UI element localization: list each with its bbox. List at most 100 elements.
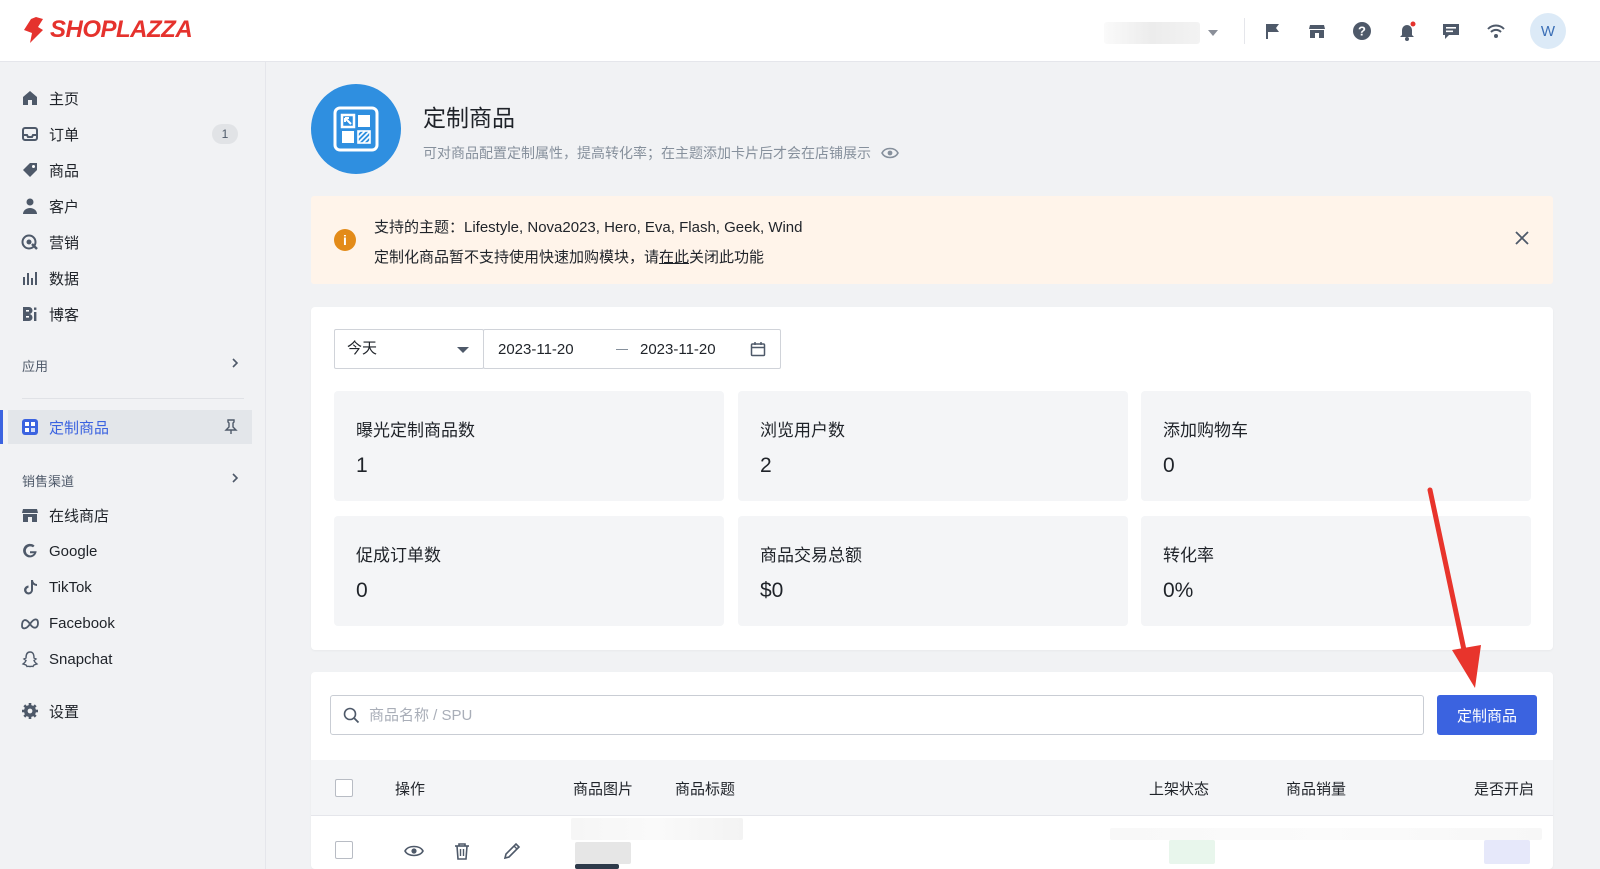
sidebar-item-label: 数据 — [49, 270, 80, 288]
sidebar-item-online-store[interactable]: 在线商店 — [8, 498, 252, 532]
eye-icon[interactable] — [881, 146, 899, 160]
sales-channels-section-label: 销售渠道 — [22, 474, 75, 489]
edit-icon[interactable] — [502, 841, 522, 861]
date-range-preset-select[interactable]: 今天 — [334, 329, 484, 369]
marketing-icon — [20, 232, 40, 252]
sidebar-item-customers[interactable]: 客户 — [8, 189, 252, 223]
sidebar-item-snapchat[interactable]: Snapchat — [8, 642, 252, 676]
inbox-icon — [20, 124, 40, 144]
sidebar-item-label: 主页 — [49, 90, 80, 108]
custom-product-hero-icon — [311, 84, 401, 174]
message-icon[interactable] — [1440, 20, 1462, 42]
chevron-right-icon[interactable] — [230, 358, 240, 368]
enable-toggle-redacted[interactable] — [1484, 840, 1530, 864]
stat-label: 转化率 — [1163, 546, 1214, 565]
date-separator — [616, 349, 628, 350]
column-header-sales[interactable]: 商品销量 — [1286, 778, 1346, 799]
page-title: 定制商品 — [423, 105, 515, 131]
bell-icon[interactable] — [1396, 20, 1418, 42]
sidebar-item-products[interactable]: 商品 — [8, 153, 252, 187]
column-header-title: 商品标题 — [675, 781, 736, 798]
column-header-status: 上架状态 — [1149, 781, 1210, 798]
stat-label: 商品交易总额 — [760, 546, 862, 565]
alert-quick-add-notice: 定制化商品暂不支持使用快速加购模块，请在此关闭此功能 — [374, 246, 764, 267]
stat-label: 促成订单数 — [356, 546, 441, 565]
pin-icon[interactable] — [224, 419, 238, 435]
row-content-redacted — [1110, 828, 1542, 840]
page-subtitle-text: 可对商品配置定制属性，提高转化率；在主题添加卡片后才会在店铺展示 — [423, 145, 871, 161]
brand-name: SHOPLAZZA — [50, 16, 193, 43]
avatar[interactable]: W — [1530, 13, 1566, 49]
sidebar-item-label: Google — [49, 542, 98, 560]
alert-here-link[interactable]: 在此 — [659, 249, 689, 266]
blog-icon — [20, 304, 40, 324]
end-date[interactable]: 2023-11-20 — [640, 341, 716, 358]
stat-label: 浏览用户数 — [760, 421, 845, 440]
apps-section-label: 应用 — [22, 359, 49, 374]
sidebar-item-tiktok[interactable]: TikTok — [8, 570, 252, 604]
orders-count-badge: 1 — [212, 124, 238, 144]
wifi-icon[interactable] — [1485, 20, 1507, 42]
stat-value: 1 — [356, 454, 368, 477]
search-input[interactable] — [369, 696, 1409, 734]
sidebar-item-label: 定制商品 — [49, 419, 110, 437]
sidebar-item-analytics[interactable]: 数据 — [8, 261, 252, 295]
product-search — [330, 695, 1424, 735]
store-icon — [20, 505, 40, 525]
meta-icon — [20, 613, 40, 633]
info-icon: i — [334, 229, 356, 251]
stat-tile-exposed-products: 曝光定制商品数 1 — [334, 391, 724, 501]
stat-tile-add-to-cart: 添加购物车 0 — [1141, 391, 1531, 501]
top-bar: SHOPLAZZA ? W — [0, 0, 1600, 62]
chevron-down-icon — [457, 347, 469, 353]
stat-value: 0 — [1163, 454, 1175, 477]
trash-icon[interactable] — [452, 841, 472, 861]
snapchat-icon — [20, 649, 40, 669]
sidebar-item-label: 订单 — [49, 126, 80, 144]
select-all-checkbox[interactable] — [335, 779, 353, 797]
sidebar-divider — [22, 398, 244, 399]
shoplazza-logo[interactable]: SHOPLAZZA — [22, 16, 193, 44]
calendar-icon[interactable] — [750, 341, 766, 357]
alert-notice-text: 定制化商品暂不支持使用快速加购模块，请 — [374, 249, 660, 266]
sidebar-item-label: 博客 — [49, 306, 80, 324]
sidebar-item-label: Facebook — [49, 614, 115, 632]
sidebar-item-custom-products[interactable]: 定制商品 — [0, 410, 252, 444]
search-icon — [343, 707, 360, 724]
stat-value: 0% — [1163, 579, 1194, 602]
stat-tile-orders: 促成订单数 0 — [334, 516, 724, 626]
start-date[interactable]: 2023-11-20 — [498, 341, 574, 358]
sidebar-item-settings[interactable]: 设置 — [8, 694, 252, 728]
sidebar: 主页 订单 1 商品 客户 营销 数据 博客 应用 定制商品 销售渠道 在线商店 — [0, 62, 266, 869]
svg-text:?: ? — [1358, 24, 1366, 39]
product-image-thumbnail[interactable] — [575, 842, 631, 864]
help-icon[interactable]: ? — [1351, 20, 1373, 42]
sidebar-item-facebook[interactable]: Facebook — [8, 606, 252, 640]
sidebar-item-label: 客户 — [49, 198, 80, 216]
sidebar-item-label: 营销 — [49, 234, 80, 252]
close-icon[interactable] — [1513, 229, 1531, 247]
sidebar-item-home[interactable]: 主页 — [8, 81, 252, 115]
sidebar-item-marketing[interactable]: 营销 — [8, 225, 252, 259]
stat-label: 添加购物车 — [1163, 421, 1248, 440]
date-range-picker[interactable]: 2023-11-20 2023-11-20 — [483, 329, 781, 369]
sidebar-item-blog[interactable]: 博客 — [8, 297, 252, 331]
sidebar-item-label: TikTok — [49, 578, 92, 596]
chevron-right-icon[interactable] — [230, 473, 240, 483]
row-checkbox[interactable] — [335, 841, 353, 859]
product-image-redacted — [571, 818, 743, 840]
eye-icon[interactable] — [404, 841, 424, 861]
sidebar-item-label: Snapchat — [49, 650, 113, 668]
sidebar-item-google[interactable]: Google — [8, 534, 252, 568]
bar-chart-icon — [20, 268, 40, 288]
flag-icon[interactable] — [1262, 20, 1284, 42]
listing-status-redacted — [1169, 840, 1215, 864]
store-selector[interactable] — [1094, 20, 1226, 46]
store-icon[interactable] — [1306, 20, 1328, 42]
add-custom-product-button[interactable]: 定制商品 — [1437, 695, 1537, 735]
page-subtitle: 可对商品配置定制属性，提高转化率；在主题添加卡片后才会在店铺展示 — [423, 143, 899, 163]
column-header-actions: 操作 — [395, 781, 426, 798]
sidebar-item-orders[interactable]: 订单 1 — [8, 117, 252, 151]
person-icon — [20, 196, 40, 216]
shoplazza-logo-icon — [24, 17, 43, 43]
